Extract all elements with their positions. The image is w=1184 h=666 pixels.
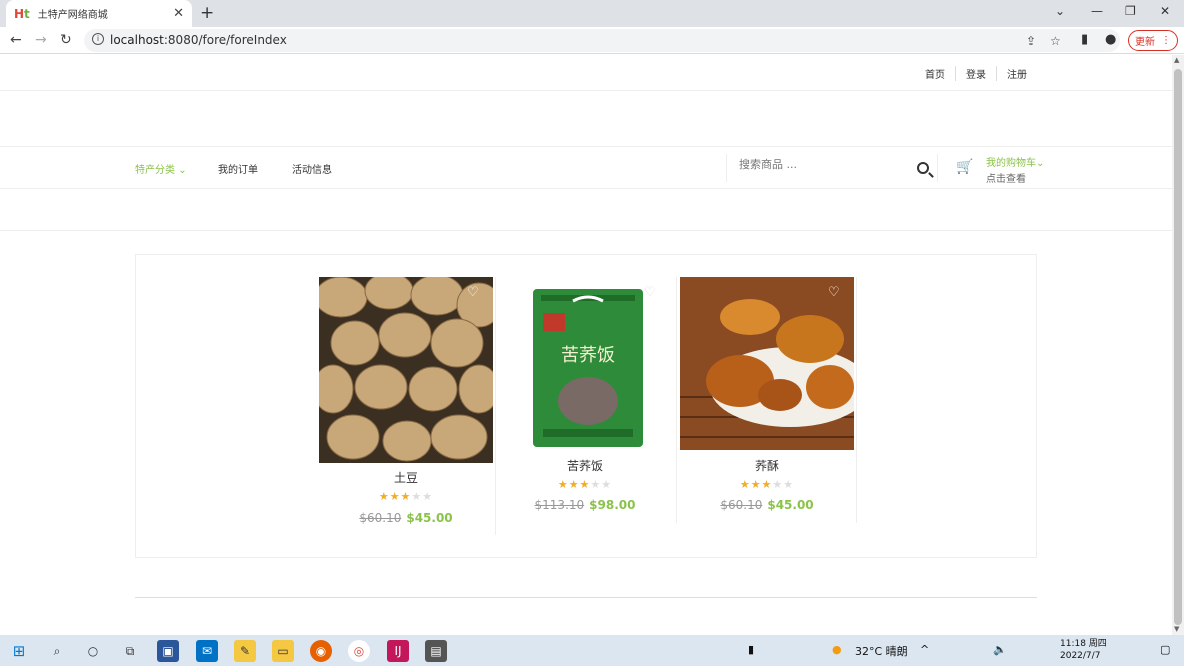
card-divider [676, 277, 677, 523]
update-button[interactable]: 更新 ⋮ [1128, 30, 1178, 51]
product-name[interactable]: 苦荞饭 [498, 457, 672, 474]
chevron-down-icon: ⌄ [178, 165, 187, 176]
product-card[interactable]: ♡ 荞酥 ★★★★★ $60.10 $45.00 [680, 255, 860, 535]
cart-icon[interactable]: 🛒 [956, 159, 973, 175]
favorite-heart-icon[interactable]: ♡ [644, 285, 656, 300]
product-name[interactable]: 土豆 [319, 469, 493, 486]
login-link[interactable]: 登录 [955, 66, 996, 81]
clock-time: 11:18 周四 [1060, 639, 1107, 649]
cart-view-link[interactable]: 点击查看 [986, 170, 1026, 185]
firefox-icon[interactable]: ◉ [310, 640, 332, 662]
page-scrollbar[interactable]: ▲ ▼ [1172, 55, 1184, 635]
windows-start-icon[interactable]: ⊞ [8, 640, 30, 662]
svg-text:苦荞饭: 苦荞饭 [561, 345, 615, 366]
weather-icon[interactable]: ● [832, 643, 842, 656]
section-divider [0, 230, 1172, 231]
browser-tab-bar: Ht 土特产网络商城 ✕ + ⌄ — ❐ ✕ [0, 0, 1184, 27]
maximize-button[interactable]: ❐ [1125, 4, 1136, 18]
tab-search-icon[interactable]: ⌄ [1055, 4, 1065, 18]
activities-link[interactable]: 活动信息 [292, 161, 332, 176]
scroll-up-icon[interactable]: ▲ [1174, 56, 1179, 64]
product-image-buckwheat-cake[interactable] [680, 277, 854, 450]
new-tab-button[interactable]: + [200, 3, 214, 23]
product-image-buckwheat-rice[interactable]: 苦荞饭 [533, 289, 643, 447]
store-icon[interactable]: ▣ [157, 640, 179, 662]
top-nav: 首页 登录 注册 [0, 55, 1172, 91]
product-card[interactable]: 苦荞饭 ♡ 苦荞饭 ★★★★★ $113.10 $98.00 [498, 255, 678, 535]
web-page: 首页 登录 注册 特产分类 ⌄ 我的订单 活动信息 🛒 我的购物车⌄ 点击查看 [0, 55, 1172, 635]
mail-icon[interactable]: ✉ [196, 640, 218, 662]
profile-icon[interactable]: ● [1105, 32, 1116, 47]
reload-icon[interactable]: ↻ [60, 32, 72, 48]
intellij-icon[interactable]: IJ [387, 640, 409, 662]
product-image-potato[interactable] [319, 277, 493, 463]
product-list: ♡ 土豆 ★★★★★ $60.10 $45.00 苦荞饭 ♡ 苦荞饭 ★★★★★… [135, 254, 1037, 558]
category-label: 特产分类 [135, 165, 175, 176]
notes-app-icon[interactable]: ✎ [234, 640, 256, 662]
product-name[interactable]: 荞酥 [680, 457, 854, 474]
search-input[interactable] [739, 158, 899, 171]
system-clock[interactable]: 11:18 周四 2022/7/7 [1060, 638, 1107, 662]
close-window-button[interactable]: ✕ [1160, 4, 1170, 18]
share-icon[interactable]: ⇪ [1026, 34, 1036, 48]
card-divider [495, 277, 496, 535]
product-card[interactable]: ♡ 土豆 ★★★★★ $60.10 $45.00 [319, 255, 499, 535]
task-view-icon[interactable]: ⧉ [119, 640, 141, 662]
back-icon[interactable]: ← [10, 32, 22, 48]
bookmark-star-icon[interactable]: ☆ [1050, 34, 1061, 48]
site-favicon-icon: Ht [14, 6, 30, 21]
tab-title: 土特产网络商城 [37, 10, 108, 21]
show-hidden-icons[interactable]: ^ [920, 643, 929, 656]
search-box [726, 154, 938, 182]
minimize-button[interactable]: — [1091, 4, 1103, 18]
product-price: $113.10 $98.00 [534, 498, 636, 512]
my-orders-link[interactable]: 我的订单 [218, 161, 258, 176]
windows-taskbar: ⊞ ⌕ ○ ⧉ ▣ ✉ ✎ ▭ ◉ ◎ IJ ▤ ▮ ● 32°C 晴朗 ^ 🔈… [0, 635, 1184, 666]
browser-toolbar: ← → ↻ i localhost:8080/fore/foreIndex ⇪ … [0, 27, 1184, 54]
chrome-icon[interactable]: ◎ [348, 640, 370, 662]
weather-text[interactable]: 32°C 晴朗 [855, 643, 908, 659]
url-text[interactable]: localhost:8080/fore/foreIndex [110, 33, 287, 47]
footer-divider [135, 597, 1037, 598]
scroll-thumb[interactable] [1174, 69, 1182, 625]
search-taskbar-icon[interactable]: ⌕ [46, 640, 68, 662]
battery-icon[interactable]: ▮ [748, 643, 754, 656]
close-tab-icon[interactable]: ✕ [173, 6, 184, 21]
rating-stars: ★★★★★ [557, 478, 613, 491]
update-label: 更新 [1135, 37, 1155, 48]
product-price: $60.10 $45.00 [359, 511, 453, 525]
favorite-heart-icon[interactable]: ♡ [828, 285, 840, 300]
side-panel-icon[interactable]: ▮ [1081, 32, 1088, 47]
cart-title: 我的购物车 [986, 158, 1036, 169]
rating-stars: ★★★★★ [739, 478, 795, 491]
clock-date: 2022/7/7 [1060, 651, 1101, 661]
volume-icon[interactable]: 🔈 [993, 643, 1007, 656]
address-bar[interactable]: i localhost:8080/fore/foreIndex ⇪ ☆ [84, 29, 1120, 52]
terminal-icon[interactable]: ▤ [425, 640, 447, 662]
menu-bar: 特产分类 ⌄ 我的订单 活动信息 🛒 我的购物车⌄ 点击查看 [0, 146, 1172, 189]
favorite-heart-icon[interactable]: ♡ [467, 285, 479, 300]
site-info-icon[interactable]: i [92, 33, 104, 45]
browser-tab[interactable]: Ht 土特产网络商城 ✕ [6, 0, 192, 27]
card-divider [856, 277, 857, 523]
category-dropdown[interactable]: 特产分类 ⌄ [135, 161, 187, 176]
search-icon[interactable] [917, 162, 929, 174]
home-link[interactable]: 首页 [915, 66, 955, 81]
cart-link[interactable]: 我的购物车⌄ [986, 154, 1044, 169]
scroll-down-icon[interactable]: ▼ [1174, 625, 1179, 633]
rating-stars: ★★★★★ [378, 490, 434, 503]
file-explorer-icon[interactable]: ▭ [272, 640, 294, 662]
register-link[interactable]: 注册 [996, 66, 1037, 81]
forward-icon[interactable]: → [35, 32, 47, 48]
product-price: $60.10 $45.00 [720, 498, 814, 512]
cortana-icon[interactable]: ○ [82, 640, 104, 662]
more-menu-icon: ⋮ [1161, 35, 1171, 46]
notification-icon[interactable]: ▢ [1160, 643, 1170, 656]
